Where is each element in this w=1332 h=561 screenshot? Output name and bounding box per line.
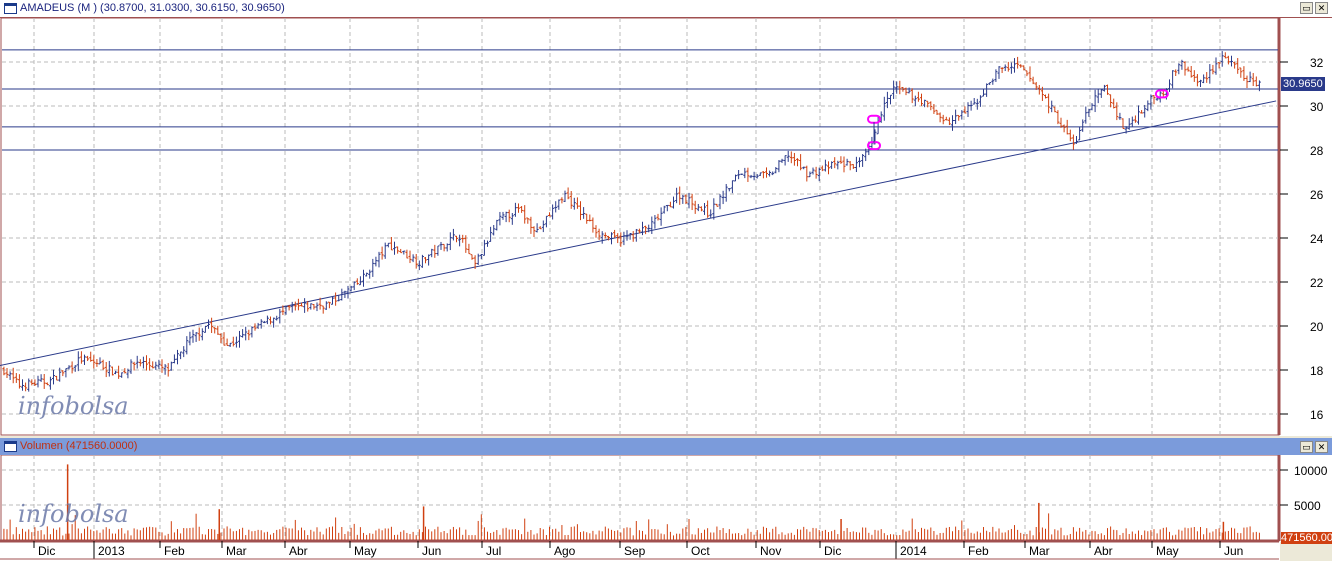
y-tick-label: 22: [1310, 276, 1324, 290]
y-tick-label: 28: [1310, 144, 1324, 158]
volume-panel-title: Volumen (471560.0000): [20, 440, 138, 452]
x-tick-label-Feb: Feb: [968, 544, 989, 558]
x-tick-label-Jul: Jul: [486, 544, 501, 558]
volume-watermark-logo: infobolsa: [18, 500, 129, 528]
y-tick-label: 18: [1310, 364, 1324, 378]
x-tick-label-Feb: Feb: [164, 544, 185, 558]
window-icon: [4, 441, 17, 452]
last-price-label: 30.9650: [1281, 77, 1325, 91]
y-tick-label: 16: [1310, 408, 1324, 422]
watermark-logo: infobolsa: [18, 392, 129, 420]
x-tick-label-Abr: Abr: [289, 544, 308, 558]
x-tick-label-Dic: Dic: [38, 544, 55, 558]
last-volume-label: 471560.00: [1281, 532, 1332, 544]
x-tick-label-Mar: Mar: [1029, 544, 1050, 558]
x-tick-label-Oct: Oct: [691, 544, 710, 558]
y-tick-label: 30: [1310, 100, 1324, 114]
x-tick-label-May: May: [1156, 544, 1179, 558]
x-tick-label-Abr: Abr: [1094, 544, 1113, 558]
x-tick-label-Nov: Nov: [760, 544, 781, 558]
y-tick-label: 32: [1310, 56, 1324, 70]
x-tick-label-Mar: Mar: [226, 544, 247, 558]
x-tick-label-2013: 2013: [98, 544, 125, 558]
volume-maximize-button[interactable]: ▭: [1300, 441, 1313, 453]
x-tick-label-Dic: Dic: [824, 544, 841, 558]
x-tick-label-Jun: Jun: [422, 544, 441, 558]
y-tick-label: 5000: [1294, 499, 1321, 513]
x-tick-label-Sep: Sep: [624, 544, 646, 558]
price-plot-area: [0, 17, 1280, 436]
volume-close-button[interactable]: ✕: [1315, 441, 1328, 453]
x-tick-label-Ago: Ago: [554, 544, 576, 558]
y-tick-label: 10000: [1294, 464, 1328, 478]
volume-panel-titlebar: Volumen (471560.0000) ▭ ✕: [0, 438, 1332, 455]
x-tick-label-May: May: [354, 544, 377, 558]
y-tick-label: 26: [1310, 188, 1324, 202]
y-tick-label: 20: [1310, 320, 1324, 334]
y-tick-label: 24: [1310, 232, 1324, 246]
x-tick-label-Jun: Jun: [1224, 544, 1243, 558]
chart-canvas: 16 18 20 22 24 26 28 30 32 5000 10000 Dic 2013 Feb Ma…: [0, 17, 1332, 561]
x-tick-label-2014: 2014: [900, 544, 927, 558]
